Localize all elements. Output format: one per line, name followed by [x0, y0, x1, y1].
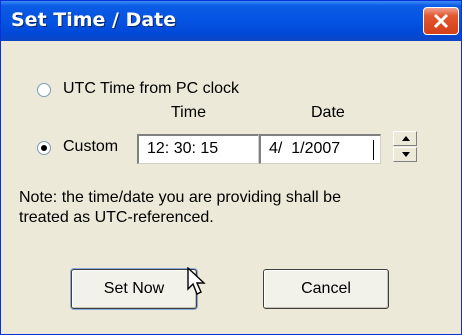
- utc-time-radio[interactable]: [37, 83, 51, 97]
- chevron-up-icon: [402, 136, 410, 141]
- custom-label[interactable]: Custom: [63, 138, 118, 156]
- set-now-button[interactable]: Set Now: [71, 269, 197, 309]
- date-value: 4/ 1/2007: [269, 140, 341, 157]
- utc-time-label[interactable]: UTC Time from PC clock: [63, 80, 239, 98]
- note-line-2: treated as UTC-referenced.: [19, 209, 214, 226]
- close-button[interactable]: [423, 7, 459, 35]
- date-column-header: Date: [311, 104, 345, 121]
- time-value: 12: 30: 15: [147, 140, 219, 157]
- dialog-body: UTC Time from PC clock Time Date Custom …: [1, 41, 461, 334]
- cancel-button[interactable]: Cancel: [263, 269, 389, 309]
- chevron-down-icon: [402, 152, 410, 157]
- note-line-1: Note: the time/date you are providing sh…: [19, 189, 341, 206]
- time-column-header: Time: [171, 104, 206, 121]
- window-title: Set Time / Date: [11, 9, 177, 31]
- custom-radio[interactable]: [37, 141, 51, 155]
- text-caret: [373, 140, 374, 160]
- mouse-pointer-icon: [187, 267, 206, 295]
- close-icon: [433, 13, 449, 29]
- title-bar[interactable]: Set Time / Date: [1, 1, 461, 41]
- set-time-date-dialog: Set Time / Date UTC Time from PC clock T…: [0, 0, 462, 335]
- time-input[interactable]: 12: 30: 15: [137, 134, 259, 164]
- radio-selected-dot: [41, 145, 47, 151]
- date-input[interactable]: 4/ 1/2007: [259, 134, 381, 164]
- spin-up-button[interactable]: [393, 131, 417, 146]
- spin-down-button[interactable]: [393, 147, 417, 162]
